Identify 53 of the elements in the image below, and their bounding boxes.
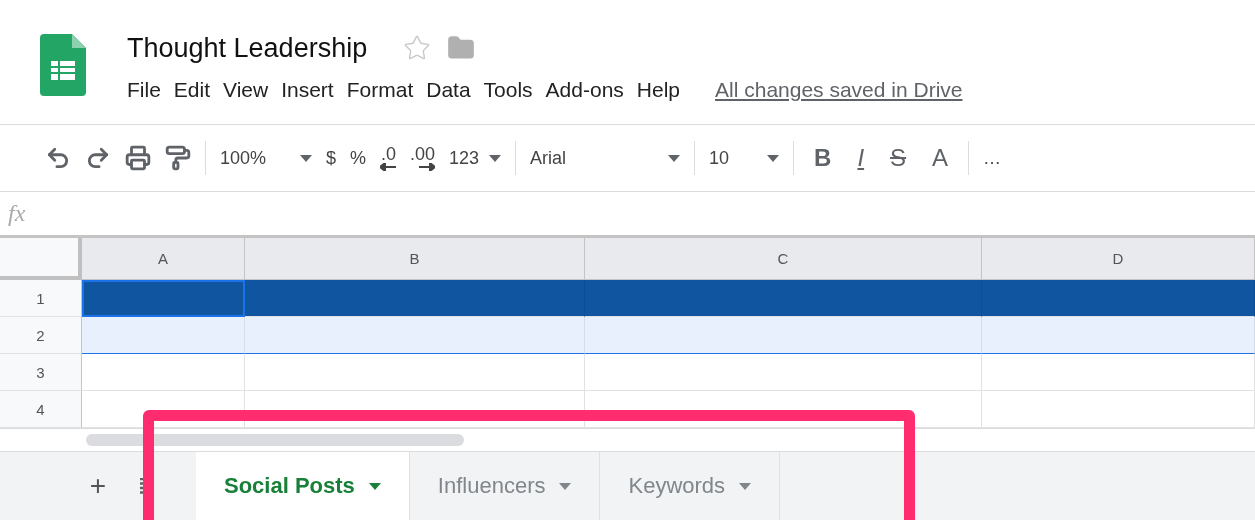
menu-item[interactable]: Help xyxy=(636,78,681,102)
caret-icon xyxy=(767,154,780,162)
dropdown-select[interactable]: 100% xyxy=(220,147,312,169)
toolbar-button[interactable]: … xyxy=(983,147,1002,169)
save-status-link[interactable]: All changes saved in Drive xyxy=(715,78,963,102)
menu-item[interactable]: Format xyxy=(346,78,414,102)
row-header[interactable]: 4 xyxy=(0,391,82,428)
folder-icon[interactable] xyxy=(447,34,476,62)
menu-item[interactable]: Add-ons xyxy=(545,78,624,102)
strike-button[interactable]: S xyxy=(884,144,913,172)
print-icon[interactable] xyxy=(125,145,151,171)
column-header[interactable]: B xyxy=(245,238,585,280)
column-header[interactable]: D xyxy=(982,238,1255,280)
column-header[interactable]: C xyxy=(585,238,982,280)
menu-item[interactable]: Tools xyxy=(483,78,533,102)
row-header[interactable]: 1 xyxy=(0,280,82,317)
scrollbar-thumb[interactable] xyxy=(86,434,464,446)
menu-item[interactable]: Insert xyxy=(281,78,334,102)
left-arrow-icon xyxy=(380,163,397,171)
caret-icon xyxy=(739,482,752,490)
menu-item[interactable]: Edit xyxy=(173,78,211,102)
caret-icon xyxy=(368,482,381,490)
column-header[interactable]: A xyxy=(82,238,245,280)
add-sheet-button[interactable]: + xyxy=(78,452,118,520)
caret-icon xyxy=(300,154,312,162)
toolbar-button[interactable]: $ xyxy=(326,147,336,169)
spreadsheet-logo-icon[interactable] xyxy=(40,34,86,96)
color-button[interactable]: A xyxy=(926,144,955,172)
italic-button[interactable]: I xyxy=(851,144,871,172)
caret-icon xyxy=(559,482,572,490)
decimal-button[interactable]: .0 xyxy=(380,145,397,171)
redo-icon[interactable] xyxy=(85,145,111,171)
undo-icon[interactable] xyxy=(45,145,71,171)
right-arrow-icon xyxy=(419,163,436,171)
dropdown-select[interactable]: 10 xyxy=(709,147,780,169)
row-header[interactable]: 2 xyxy=(0,317,82,354)
table-cell[interactable] xyxy=(82,280,245,317)
formula-label: fx xyxy=(8,200,26,227)
star-icon[interactable] xyxy=(403,34,432,62)
paint-roller-icon[interactable] xyxy=(165,145,191,171)
decimal-button[interactable]: .00 xyxy=(410,145,436,171)
dropdown-select[interactable]: Arial xyxy=(530,147,681,169)
row-header[interactable]: 3 xyxy=(0,354,82,391)
caret-icon xyxy=(489,154,502,162)
sheet-tab[interactable]: Social Posts xyxy=(196,452,410,520)
dropdown-select[interactable]: 123 xyxy=(449,147,502,169)
menu-item[interactable]: Data xyxy=(426,78,471,102)
caret-icon xyxy=(668,154,681,162)
toolbar-button[interactable]: % xyxy=(350,147,367,169)
menu-item[interactable]: File xyxy=(127,78,161,102)
bold-button[interactable]: B xyxy=(808,144,838,172)
document-title[interactable]: Thought Leadership xyxy=(127,32,368,64)
menu-item[interactable]: View xyxy=(223,78,269,102)
